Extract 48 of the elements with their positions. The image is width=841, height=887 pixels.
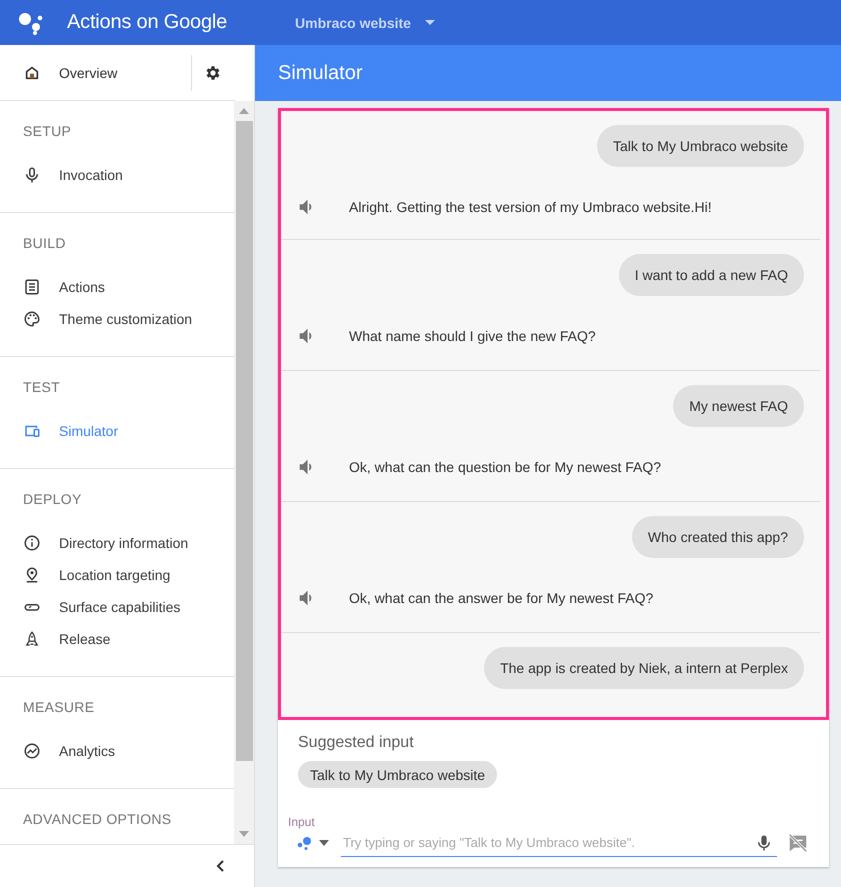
nav-item[interactable]: Simulator bbox=[0, 415, 234, 447]
settings-icon[interactable] bbox=[204, 64, 222, 82]
scrollbar[interactable] bbox=[234, 101, 254, 844]
assistant-dots-icon[interactable] bbox=[297, 836, 313, 850]
chat-off-icon[interactable] bbox=[787, 832, 809, 854]
app-title: Actions on Google bbox=[67, 11, 228, 34]
mic-icon[interactable] bbox=[755, 832, 773, 852]
user-message: My newest FAQ bbox=[673, 385, 804, 427]
assistant-reply: Alright. Getting the test version of my Umbraco website.Hi! bbox=[349, 199, 712, 215]
section-heading: DEPLOY bbox=[22, 490, 83, 509]
section-heading: TEST bbox=[22, 378, 61, 397]
suggestion-chip[interactable]: Talk to My Umbraco website bbox=[298, 761, 498, 788]
scroll-down-icon[interactable] bbox=[239, 831, 250, 837]
caret-icon bbox=[424, 20, 435, 25]
nav-item[interactable]: Surface capabilities bbox=[0, 591, 234, 623]
info-icon bbox=[23, 534, 41, 552]
section-heading: MEASURE bbox=[22, 698, 96, 717]
user-message: The app is created by Niek, a intern at Perplex bbox=[484, 647, 804, 689]
project-dropdown[interactable]: Umbraco website bbox=[295, 14, 435, 30]
section-heading: SETUP bbox=[22, 122, 72, 141]
rocket-icon bbox=[23, 630, 41, 648]
user-message: Talk to My Umbraco website bbox=[596, 125, 804, 167]
input-label: Input bbox=[288, 815, 316, 829]
user-message: I want to add a new FAQ bbox=[618, 254, 804, 296]
caret-icon[interactable] bbox=[319, 840, 329, 846]
page-title: Simulator bbox=[255, 45, 841, 101]
suggested-heading: Suggested input bbox=[298, 734, 415, 752]
microphone-icon bbox=[23, 166, 41, 184]
nav-item[interactable]: Release bbox=[0, 623, 234, 655]
section-heading: ADVANCED OPTIONS bbox=[22, 810, 172, 829]
nav-item[interactable]: Directory information bbox=[0, 527, 234, 559]
nav-item[interactable]: Location targeting bbox=[0, 559, 234, 591]
nav-item[interactable]: Actions bbox=[0, 271, 234, 303]
scroll-up-icon[interactable] bbox=[239, 108, 250, 114]
overview-link[interactable]: Overview bbox=[0, 45, 191, 100]
assistant-reply: Ok, what can the answer be for My newest FAQ? bbox=[349, 590, 654, 606]
section-heading: BUILD bbox=[22, 234, 67, 253]
assistant-reply: What name should I give the new FAQ? bbox=[349, 328, 596, 344]
document-icon bbox=[23, 278, 41, 296]
palette-icon bbox=[23, 310, 41, 328]
nav-item[interactable]: Invocation bbox=[0, 159, 234, 191]
nav-item[interactable]: Theme customization bbox=[0, 303, 234, 335]
input-field[interactable]: Try typing or saying "Talk to My Umbraco website". bbox=[341, 835, 755, 850]
assistant-reply: Ok, what can the question be for My newest FAQ? bbox=[349, 459, 662, 475]
chart-circle-icon bbox=[23, 742, 41, 760]
nav-item[interactable]: Analytics bbox=[0, 735, 234, 767]
home-icon bbox=[24, 64, 40, 80]
user-message: Who created this app? bbox=[632, 516, 804, 558]
